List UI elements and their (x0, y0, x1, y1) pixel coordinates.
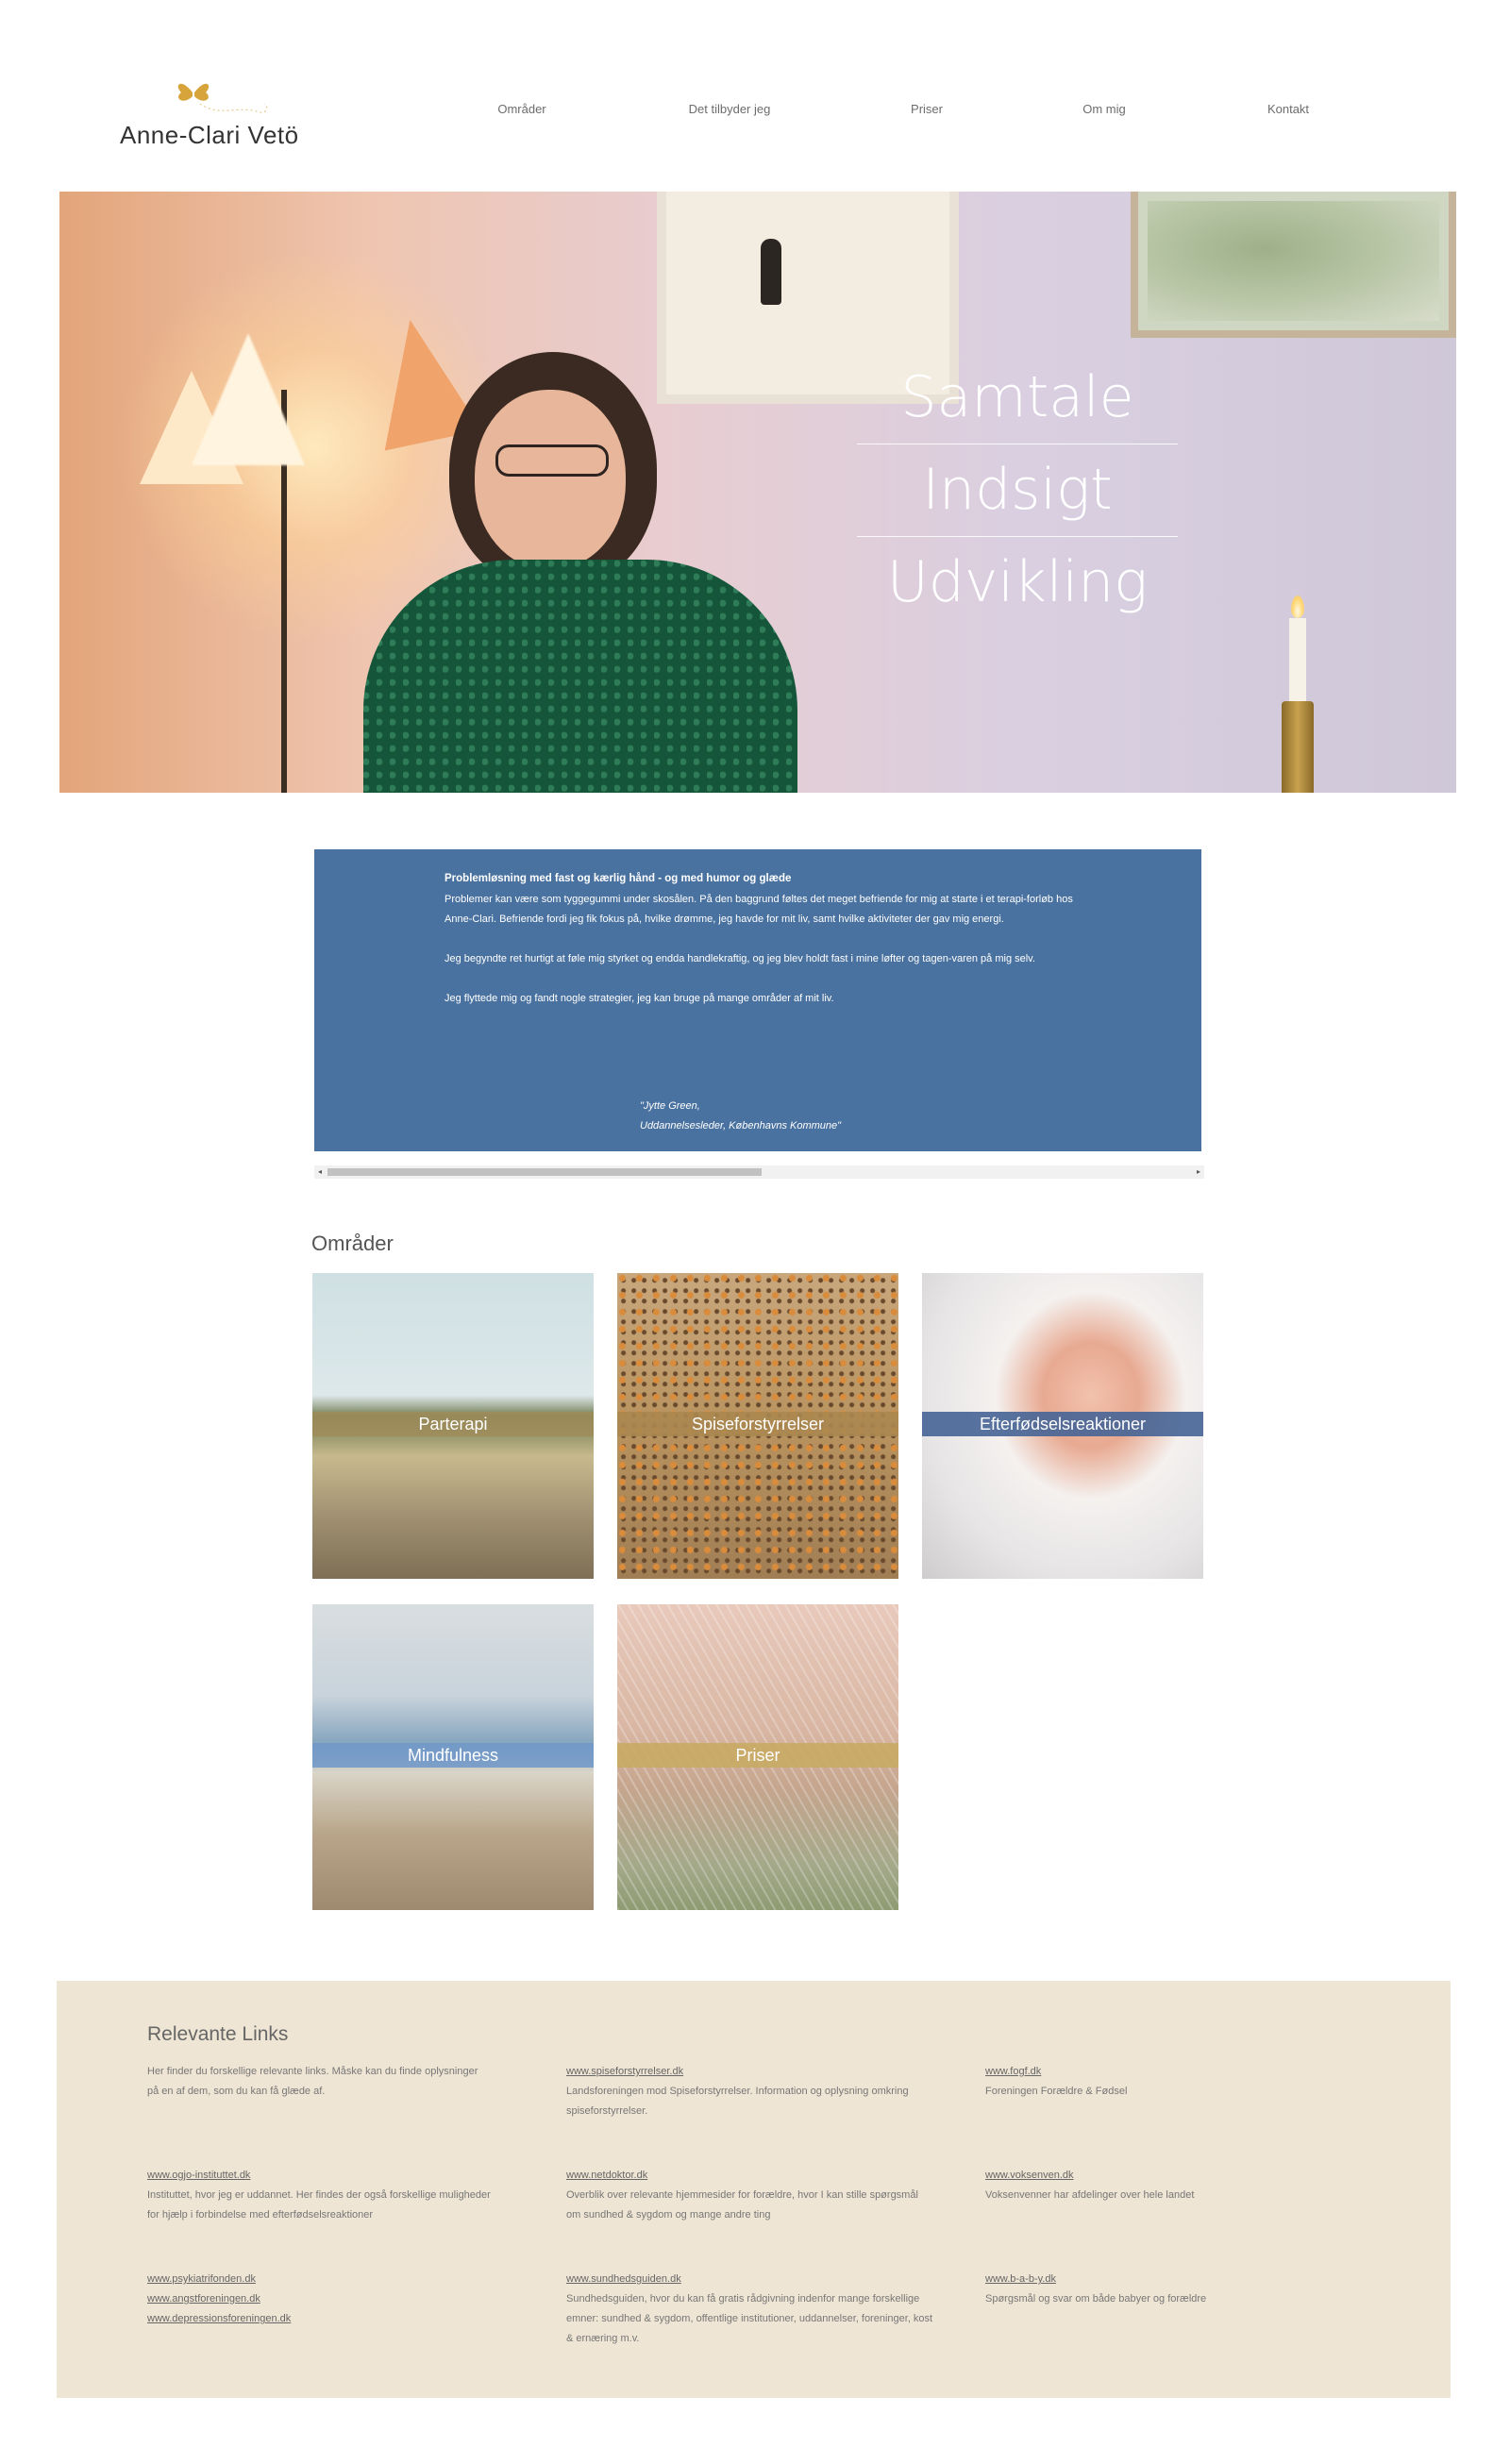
candle (1289, 618, 1306, 701)
main-nav: Områder Det tilbyder jeg Priser Om mig K… (0, 102, 1510, 125)
candle-flame (1291, 595, 1304, 618)
nav-omraader[interactable]: Områder (497, 102, 545, 116)
testimonial-paragraph: Problemer kan være som tyggegummi under … (445, 894, 1073, 925)
testimonial-paragraph: Jeg begyndte ret hurtigt at føle mig sty… (445, 953, 1035, 964)
footer-link[interactable]: www.psykiatrifonden.dk (147, 2270, 515, 2289)
footer-link[interactable]: www.ogjo-instituttet.dk (147, 2166, 496, 2186)
links-footer: Relevante Links Her finder du forskellig… (57, 1981, 1451, 2398)
footer-link-description: Voksenvenner har afdelinger over hele la… (985, 2189, 1195, 2201)
testimonial-signature: "Jytte Green, Uddannelsesleder, Københav… (640, 1097, 841, 1136)
footer-link-description: Landsforeningen mod Spiseforstyrrelser. … (566, 2086, 909, 2117)
scroll-left-icon[interactable]: ◂ (318, 1165, 322, 1179)
footer-link-item: www.psykiatrifonden.dk www.angstforening… (147, 2270, 515, 2329)
footer-link[interactable]: www.b-a-b-y.dk (985, 2270, 1353, 2289)
footer-link-description: Foreningen Forældre & Fødsel (985, 2086, 1128, 2097)
tile-label: Spiseforstyrrelser (617, 1412, 898, 1436)
portrait-glasses (495, 444, 609, 477)
signature-role: Uddannelsesleder, Københavns Kommune" (640, 1120, 842, 1131)
area-tile-mindfulness[interactable]: Mindfulness (312, 1604, 594, 1910)
frame-figure (761, 239, 781, 305)
nav-priser[interactable]: Priser (911, 102, 943, 116)
signature-name: "Jytte Green, (640, 1100, 700, 1112)
testimonial-box: Problemløsning med fast og kærlig hånd -… (314, 849, 1201, 1151)
area-tile-spiseforstyrrelser[interactable]: Spiseforstyrrelser (617, 1273, 898, 1579)
tile-label: Mindfulness (312, 1743, 594, 1768)
hero-words: Samtale Indsigt Udvikling (857, 352, 1178, 629)
portrait-face (475, 390, 626, 569)
footer-link-item: www.spiseforstyrrelser.dk Landsforeninge… (566, 2062, 934, 2121)
nav-om-mig[interactable]: Om mig (1082, 102, 1126, 116)
footer-link-item: www.ogjo-instituttet.dk Instituttet, hvo… (147, 2166, 496, 2225)
tile-label: Priser (617, 1743, 898, 1768)
footer-link-item: www.fogf.dk Foreningen Forældre & Fødsel (985, 2062, 1353, 2102)
footer-link[interactable]: www.angstforeningen.dk (147, 2289, 515, 2309)
area-tile-priser[interactable]: Priser (617, 1604, 898, 1910)
footer-link[interactable]: www.spiseforstyrrelser.dk (566, 2062, 934, 2082)
footer-title: Relevante Links (147, 2023, 289, 2045)
hero-word-udvikling: Udvikling (886, 549, 1149, 615)
hero-word-samtale: Samtale (900, 364, 1134, 430)
area-tile-parterapi[interactable]: Parterapi (312, 1273, 594, 1579)
lamp-shade (192, 333, 305, 465)
hero-word-indsigt: Indsigt (922, 457, 1113, 523)
footer-link[interactable]: www.voksenven.dk (985, 2166, 1353, 2186)
footer-link-item: www.netdoktor.dk Overblik over relevante… (566, 2166, 930, 2225)
footer-link-description: Instituttet, hvor jeg er uddannet. Her f… (147, 2189, 491, 2221)
candle-holder (1282, 701, 1314, 793)
nav-kontakt[interactable]: Kontakt (1267, 102, 1309, 116)
footer-link-item: www.voksenven.dk Voksenvenner har afdeli… (985, 2166, 1353, 2205)
tile-label: Parterapi (312, 1412, 594, 1436)
scrollbar-thumb[interactable] (327, 1168, 762, 1176)
portrait-body (363, 560, 797, 793)
footer-link[interactable]: www.fogf.dk (985, 2062, 1353, 2082)
footer-intro: Her finder du forskellige relevante link… (147, 2066, 478, 2097)
footer-link[interactable]: www.sundhedsguiden.dk (566, 2270, 934, 2289)
scroll-right-icon[interactable]: ▸ (1197, 1165, 1200, 1179)
footer-link-item: www.b-a-b-y.dk Spørgsmål og svar om både… (985, 2270, 1353, 2309)
nav-det-tilbyder-jeg[interactable]: Det tilbyder jeg (689, 102, 771, 116)
testimonial-title: Problemløsning med fast og kærlig hånd -… (445, 873, 792, 884)
footer-link[interactable]: www.netdoktor.dk (566, 2166, 930, 2186)
footer-link-description: Overblik over relevante hjemmesider for … (566, 2189, 918, 2221)
footer-link-item: www.sundhedsguiden.dk Sundhedsguiden, hv… (566, 2270, 934, 2349)
footer-link[interactable]: www.depressionsforeningen.dk (147, 2309, 515, 2329)
footer-link-description: Sundhedsguiden, hvor du kan få gratis rå… (566, 2293, 933, 2344)
areas-title: Områder (311, 1232, 394, 1255)
horizontal-scrollbar[interactable]: ◂ ▸ (314, 1165, 1204, 1179)
area-tile-efterfoedselsreaktioner[interactable]: Efterfødselsreaktioner (922, 1273, 1203, 1579)
footer-link-description: Spørgsmål og svar om både babyer og foræ… (985, 2293, 1207, 2305)
tile-label: Efterfødselsreaktioner (922, 1412, 1203, 1436)
wall-frame-right (1131, 192, 1456, 338)
frame-painting (1148, 201, 1439, 321)
hero-banner: Samtale Indsigt Udvikling (59, 192, 1456, 793)
testimonial-paragraph: Jeg flyttede mig og fandt nogle strategi… (445, 993, 834, 1004)
brand-name: Anne-Clari Vetö (120, 121, 299, 149)
